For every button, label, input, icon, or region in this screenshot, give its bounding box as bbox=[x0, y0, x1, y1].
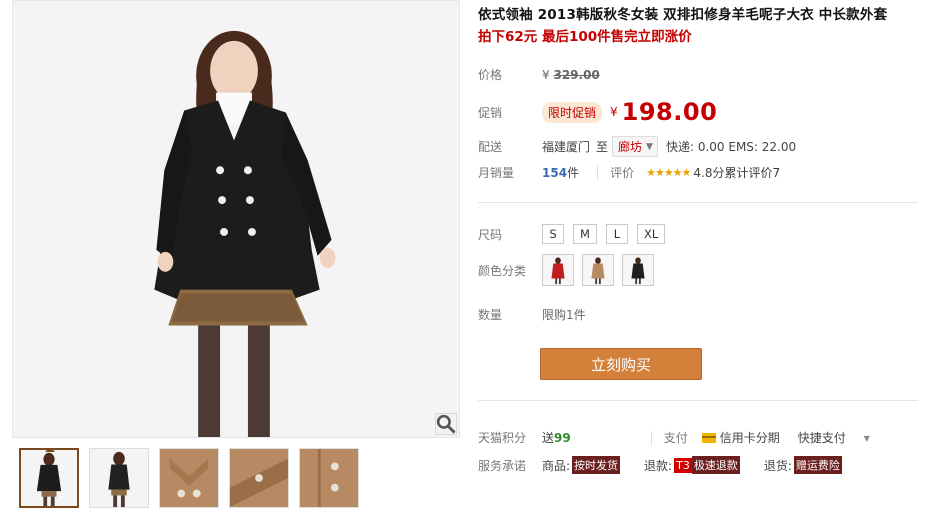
quantity-limit: 限购1件 bbox=[542, 308, 586, 322]
product-title: 依式领袖 2013韩版秋冬女装 双排扣修身羊毛呢子大衣 中长款外套 bbox=[478, 7, 888, 23]
promo-tag: 限时促销 bbox=[542, 101, 603, 123]
color-row: 颜色分类 bbox=[478, 254, 662, 286]
pay-label: 支付 bbox=[663, 431, 688, 445]
buy-now-button[interactable]: 立刻购买 bbox=[540, 348, 702, 380]
sales-row: 月销量 154 件 评价 ★★★★★ 4.8分 累计评价7 bbox=[478, 164, 780, 181]
destination-select[interactable]: 廊坊 ▼ bbox=[612, 136, 658, 157]
size-option-s[interactable]: S bbox=[542, 224, 564, 244]
shipping-to: 至 bbox=[596, 140, 609, 154]
main-product-image[interactable] bbox=[12, 0, 460, 438]
shipping-label: 配送 bbox=[478, 140, 503, 154]
color-option-camel[interactable] bbox=[582, 254, 614, 286]
thumbnail-3[interactable] bbox=[159, 448, 219, 508]
review-label: 评价 bbox=[610, 166, 635, 180]
shipping-fees: 快递: 0.00 EMS: 22.00 bbox=[665, 140, 797, 154]
sales-unit: 件 bbox=[567, 166, 580, 180]
promo-label: 促销 bbox=[478, 105, 503, 120]
price-row: 价格 ¥ 329.00 bbox=[478, 66, 600, 83]
service-row: 服务承诺 商品: 按时发货 退款: T3 极速退款 退货: 赠运费险 bbox=[478, 456, 842, 474]
thumbnail-5[interactable] bbox=[299, 448, 359, 508]
currency-symbol: ¥ bbox=[542, 67, 550, 82]
service-return-label: 退货: bbox=[763, 458, 792, 473]
color-option-black[interactable] bbox=[622, 254, 654, 286]
divider-vertical bbox=[650, 430, 652, 445]
quick-pay-option[interactable]: 快捷支付 bbox=[798, 429, 846, 446]
size-option-xl[interactable]: XL bbox=[636, 224, 666, 244]
size-row: 尺码 S M L XL bbox=[478, 224, 674, 244]
service-refund-label: 退款: bbox=[644, 458, 673, 473]
zoom-icon[interactable] bbox=[435, 413, 457, 435]
thumbnail-1[interactable] bbox=[19, 448, 79, 508]
thumbnail-2[interactable] bbox=[89, 448, 149, 508]
shipping-row: 配送 福建厦门 至 廊坊 ▼ 快递: 0.00 EMS: 22.00 bbox=[478, 136, 796, 157]
original-price-value: 329.00 bbox=[553, 67, 600, 82]
credit-card-icon bbox=[701, 432, 716, 443]
size-option-m[interactable]: M bbox=[573, 224, 597, 244]
image-gallery bbox=[12, 0, 460, 516]
ship-on-time-badge: 按时发货 bbox=[572, 456, 621, 474]
points-value: 99 bbox=[554, 430, 571, 445]
rating-score: 4.8分 bbox=[693, 166, 725, 180]
installment-option[interactable]: 信用卡分期 bbox=[720, 429, 780, 446]
points-row: 天猫积分 送 99 支付 信用卡分期 快捷支付 ▾ bbox=[478, 429, 870, 446]
review-count-link[interactable]: 累计评价7 bbox=[725, 164, 781, 181]
color-label: 颜色分类 bbox=[478, 263, 527, 278]
price-label: 价格 bbox=[478, 68, 503, 82]
service-label: 服务承诺 bbox=[478, 458, 527, 473]
model-photo bbox=[13, 1, 459, 437]
promo-price: 198.00 bbox=[621, 98, 718, 126]
chevron-down-icon: ▼ bbox=[646, 141, 653, 152]
size-option-l[interactable]: L bbox=[605, 224, 628, 244]
fast-refund-badge: 极速退款 bbox=[691, 456, 740, 474]
quantity-label: 数量 bbox=[478, 308, 503, 322]
product-subtitle: 拍下62元 最后100件售完立即涨价 bbox=[478, 29, 692, 45]
points-label: 天猫积分 bbox=[478, 431, 527, 445]
color-option-red[interactable] bbox=[542, 254, 574, 286]
section-divider-2 bbox=[478, 400, 918, 401]
sales-label: 月销量 bbox=[478, 166, 515, 180]
thumbnail-strip bbox=[19, 448, 359, 508]
quantity-row: 数量 限购1件 bbox=[478, 306, 586, 323]
product-info: 依式领袖 2013韩版秋冬女装 双排扣修身羊毛呢子大衣 中长款外套 拍下62元 … bbox=[478, 0, 918, 474]
service-goods-label: 商品: bbox=[542, 458, 571, 473]
shipping-insurance-badge: 赠运费险 bbox=[793, 456, 842, 474]
original-price: ¥ 329.00 bbox=[542, 68, 600, 82]
destination-value: 廊坊 bbox=[618, 140, 643, 154]
size-label: 尺码 bbox=[478, 227, 503, 242]
thumbnail-4[interactable] bbox=[229, 448, 289, 508]
divider-vertical bbox=[597, 165, 599, 180]
more-payment-chevron-icon[interactable]: ▾ bbox=[864, 431, 870, 445]
t3-icon: T3 bbox=[674, 457, 692, 473]
section-divider bbox=[478, 202, 918, 203]
rating-stars-icon: ★★★★★ bbox=[646, 166, 691, 179]
points-prefix: 送 bbox=[542, 431, 555, 445]
sales-count: 154 bbox=[542, 165, 568, 180]
shipping-origin: 福建厦门 bbox=[542, 140, 591, 154]
promo-currency: ¥ bbox=[610, 105, 618, 119]
promo-row: 促销 限时促销 ¥ 198.00 bbox=[478, 98, 717, 126]
